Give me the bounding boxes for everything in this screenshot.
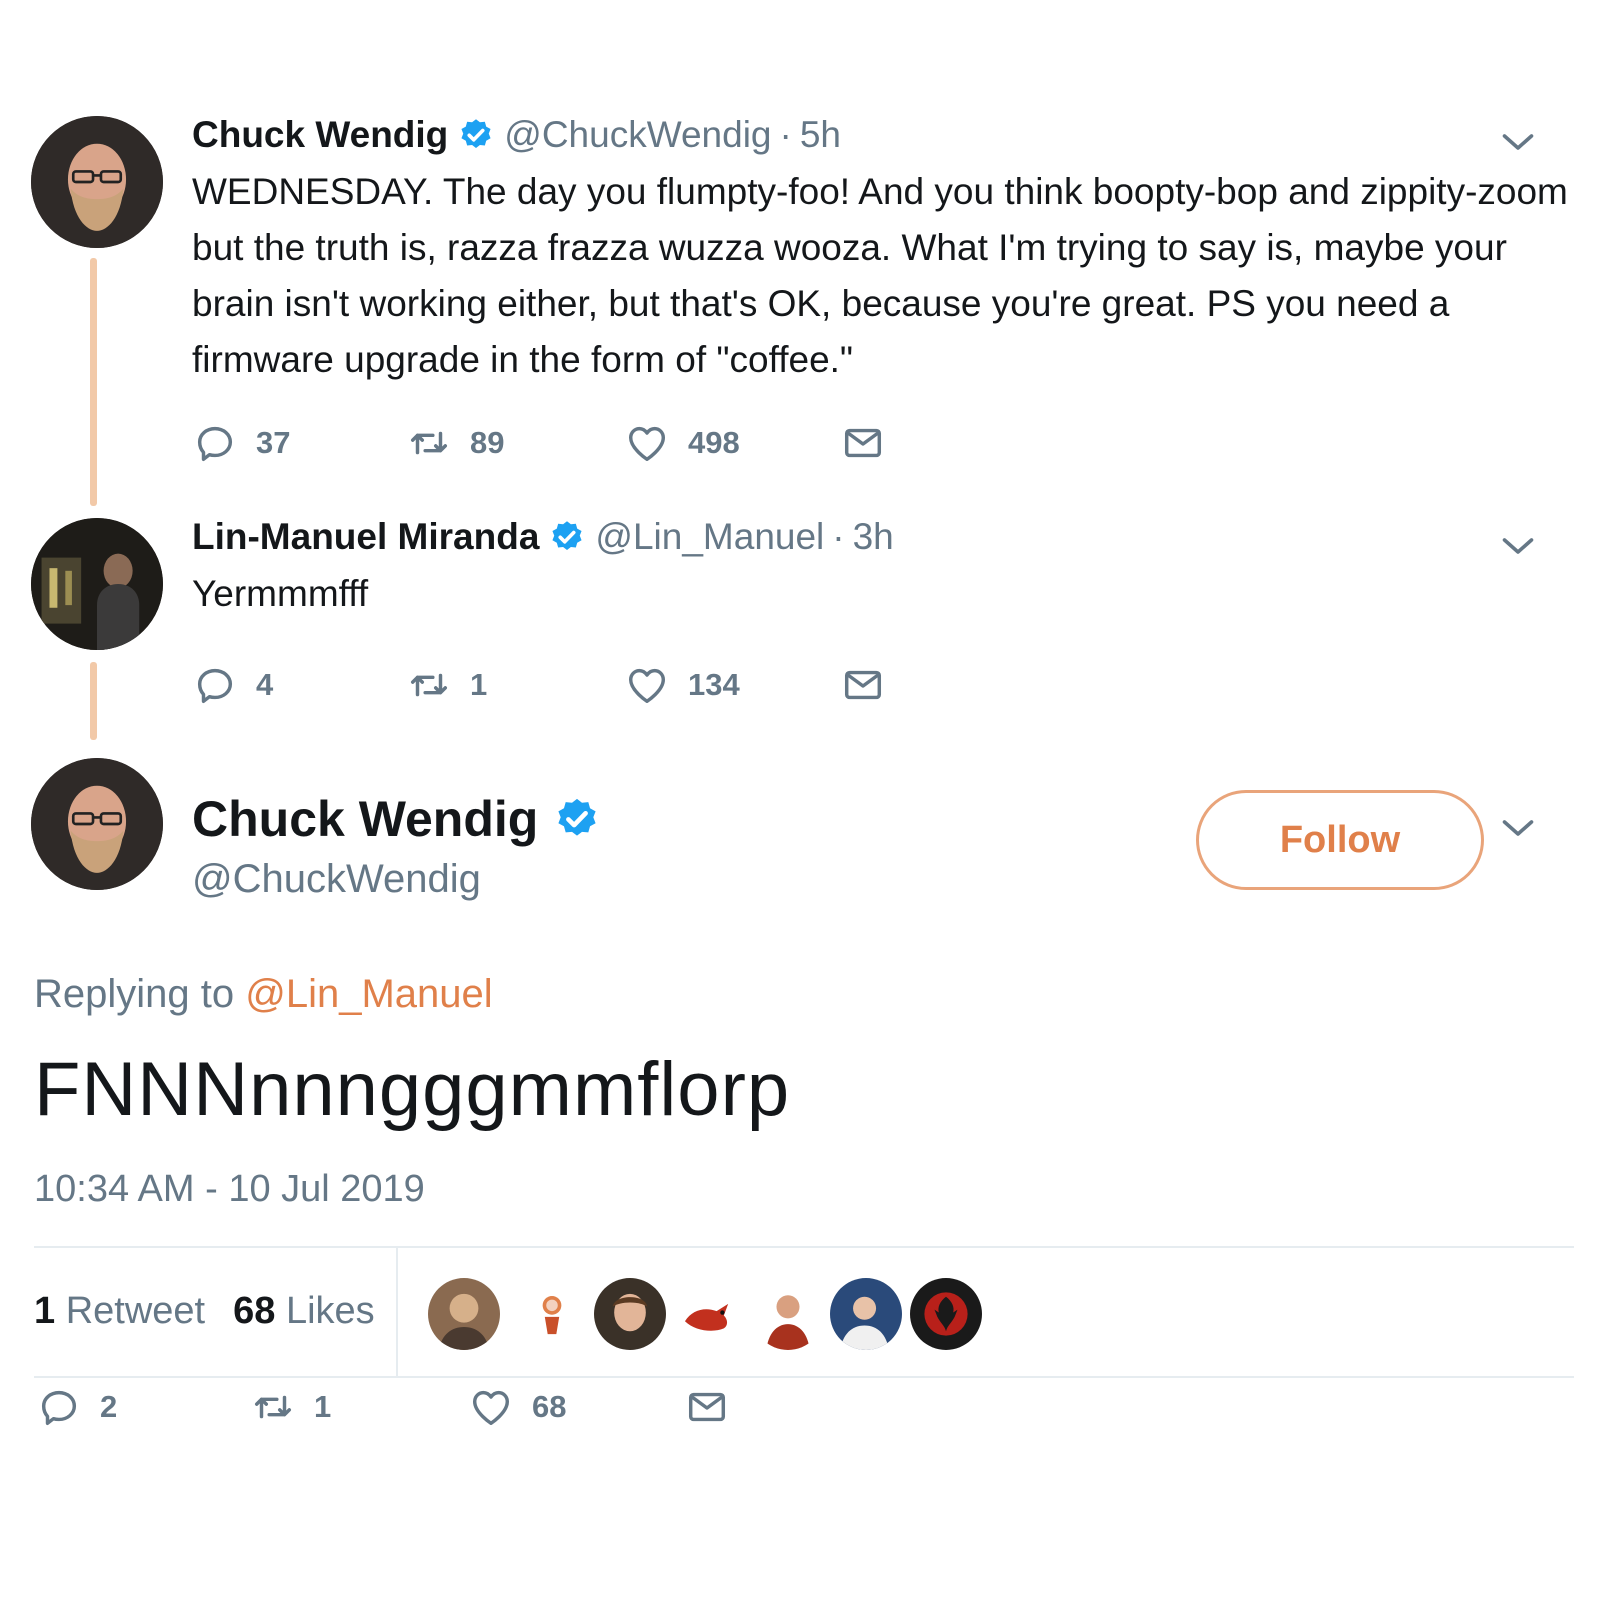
- separator-dot: ·: [832, 516, 845, 557]
- retweet-stat-label: Retweet: [65, 1290, 206, 1332]
- dm-button[interactable]: [684, 1382, 730, 1432]
- retweet-count: 1: [314, 1389, 332, 1424]
- reply-count: 2: [100, 1389, 118, 1424]
- engagement-stats: 1 Retweet 68 Likes: [34, 1290, 375, 1333]
- like-button[interactable]: 134: [624, 660, 740, 710]
- like-count: 68: [532, 1389, 567, 1424]
- liker-avatar[interactable]: [830, 1278, 902, 1350]
- replying-prefix: Replying to: [34, 972, 235, 1016]
- dm-icon: [840, 662, 886, 708]
- tweet-time[interactable]: 3h: [853, 516, 894, 558]
- reply-button[interactable]: 2: [36, 1382, 117, 1432]
- avatar[interactable]: [31, 518, 163, 650]
- reply-icon: [192, 420, 238, 466]
- reply-icon: [192, 662, 238, 708]
- liker-avatar[interactable]: [910, 1278, 982, 1350]
- tweet-text: Yermmmfff: [192, 573, 369, 614]
- reply-count: 37: [256, 425, 291, 460]
- reply-icon: [36, 1384, 82, 1430]
- retweet-button[interactable]: 89: [406, 418, 504, 468]
- author-name[interactable]: Lin-Manuel Miranda: [192, 516, 539, 558]
- thread-connector-line: [90, 662, 97, 740]
- verified-badge-icon: [458, 117, 494, 153]
- avatar[interactable]: [31, 116, 163, 248]
- tweet-header: Lin-Manuel Miranda @Lin_Manuel · 3h: [192, 516, 894, 558]
- thread-connector-line: [90, 258, 97, 506]
- separator-dot: ·: [779, 114, 792, 155]
- retweet-button[interactable]: 1: [406, 660, 487, 710]
- retweet-icon: [406, 662, 452, 708]
- retweet-button[interactable]: 1: [250, 1382, 331, 1432]
- author-handle[interactable]: @ChuckWendig: [192, 857, 481, 902]
- main-tweet-text: FNNNnnngggmmflorp: [34, 1047, 791, 1132]
- replying-mention-link[interactable]: @Lin_Manuel: [245, 972, 492, 1016]
- author-name[interactable]: Chuck Wendig: [192, 790, 538, 848]
- retweet-icon: [406, 420, 452, 466]
- retweet-icon: [250, 1384, 296, 1430]
- author-name[interactable]: Chuck Wendig: [192, 114, 448, 156]
- dm-icon: [840, 420, 886, 466]
- tweet-time[interactable]: 5h: [800, 114, 841, 156]
- liker-avatar[interactable]: [672, 1278, 744, 1350]
- dm-icon: [684, 1384, 730, 1430]
- verified-badge-icon: [554, 796, 600, 842]
- like-stat-count: 68: [233, 1290, 276, 1332]
- author-handle[interactable]: @ChuckWendig: [504, 114, 771, 156]
- like-count: 134: [688, 667, 740, 702]
- like-stat-label: Likes: [285, 1290, 375, 1332]
- retweets-stat[interactable]: 1 Retweet: [34, 1290, 205, 1332]
- like-icon: [624, 662, 670, 708]
- likes-stat[interactable]: 68 Likes: [233, 1290, 375, 1332]
- like-icon: [468, 1384, 514, 1430]
- divider: [396, 1247, 398, 1377]
- liker-avatar[interactable]: [428, 1278, 500, 1350]
- divider: [34, 1376, 1574, 1378]
- like-button[interactable]: 68: [468, 1382, 566, 1432]
- like-icon: [624, 420, 670, 466]
- main-author-name-row: Chuck Wendig: [192, 790, 600, 848]
- like-button[interactable]: 498: [624, 418, 740, 468]
- retweet-count: 1: [470, 667, 488, 702]
- like-count: 498: [688, 425, 740, 460]
- tweet-header: Chuck Wendig @ChuckWendig · 5h: [192, 114, 841, 156]
- chevron-down-icon[interactable]: [1500, 534, 1536, 558]
- reply-button[interactable]: 37: [192, 418, 290, 468]
- tweet-timestamp[interactable]: 10:34 AM - 10 Jul 2019: [34, 1168, 425, 1211]
- retweet-stat-count: 1: [34, 1290, 56, 1332]
- chevron-down-icon[interactable]: [1500, 816, 1536, 840]
- chevron-down-icon[interactable]: [1500, 130, 1536, 154]
- author-handle[interactable]: @Lin_Manuel: [595, 516, 824, 558]
- verified-badge-icon: [549, 519, 585, 555]
- retweet-count: 89: [470, 425, 505, 460]
- follow-button[interactable]: Follow: [1196, 790, 1484, 890]
- liker-avatar[interactable]: [752, 1278, 824, 1350]
- avatar[interactable]: [31, 758, 163, 890]
- divider: [34, 1246, 1574, 1248]
- dm-button[interactable]: [840, 418, 886, 468]
- reply-count: 4: [256, 667, 274, 702]
- liker-avatar[interactable]: [594, 1278, 666, 1350]
- tweet-text: WEDNESDAY. The day you flumpty-foo! And …: [192, 171, 1568, 380]
- reply-button[interactable]: 4: [192, 660, 273, 710]
- dm-button[interactable]: [840, 660, 886, 710]
- replying-to: Replying to @Lin_Manuel: [34, 972, 493, 1017]
- liker-avatar[interactable]: [516, 1278, 588, 1350]
